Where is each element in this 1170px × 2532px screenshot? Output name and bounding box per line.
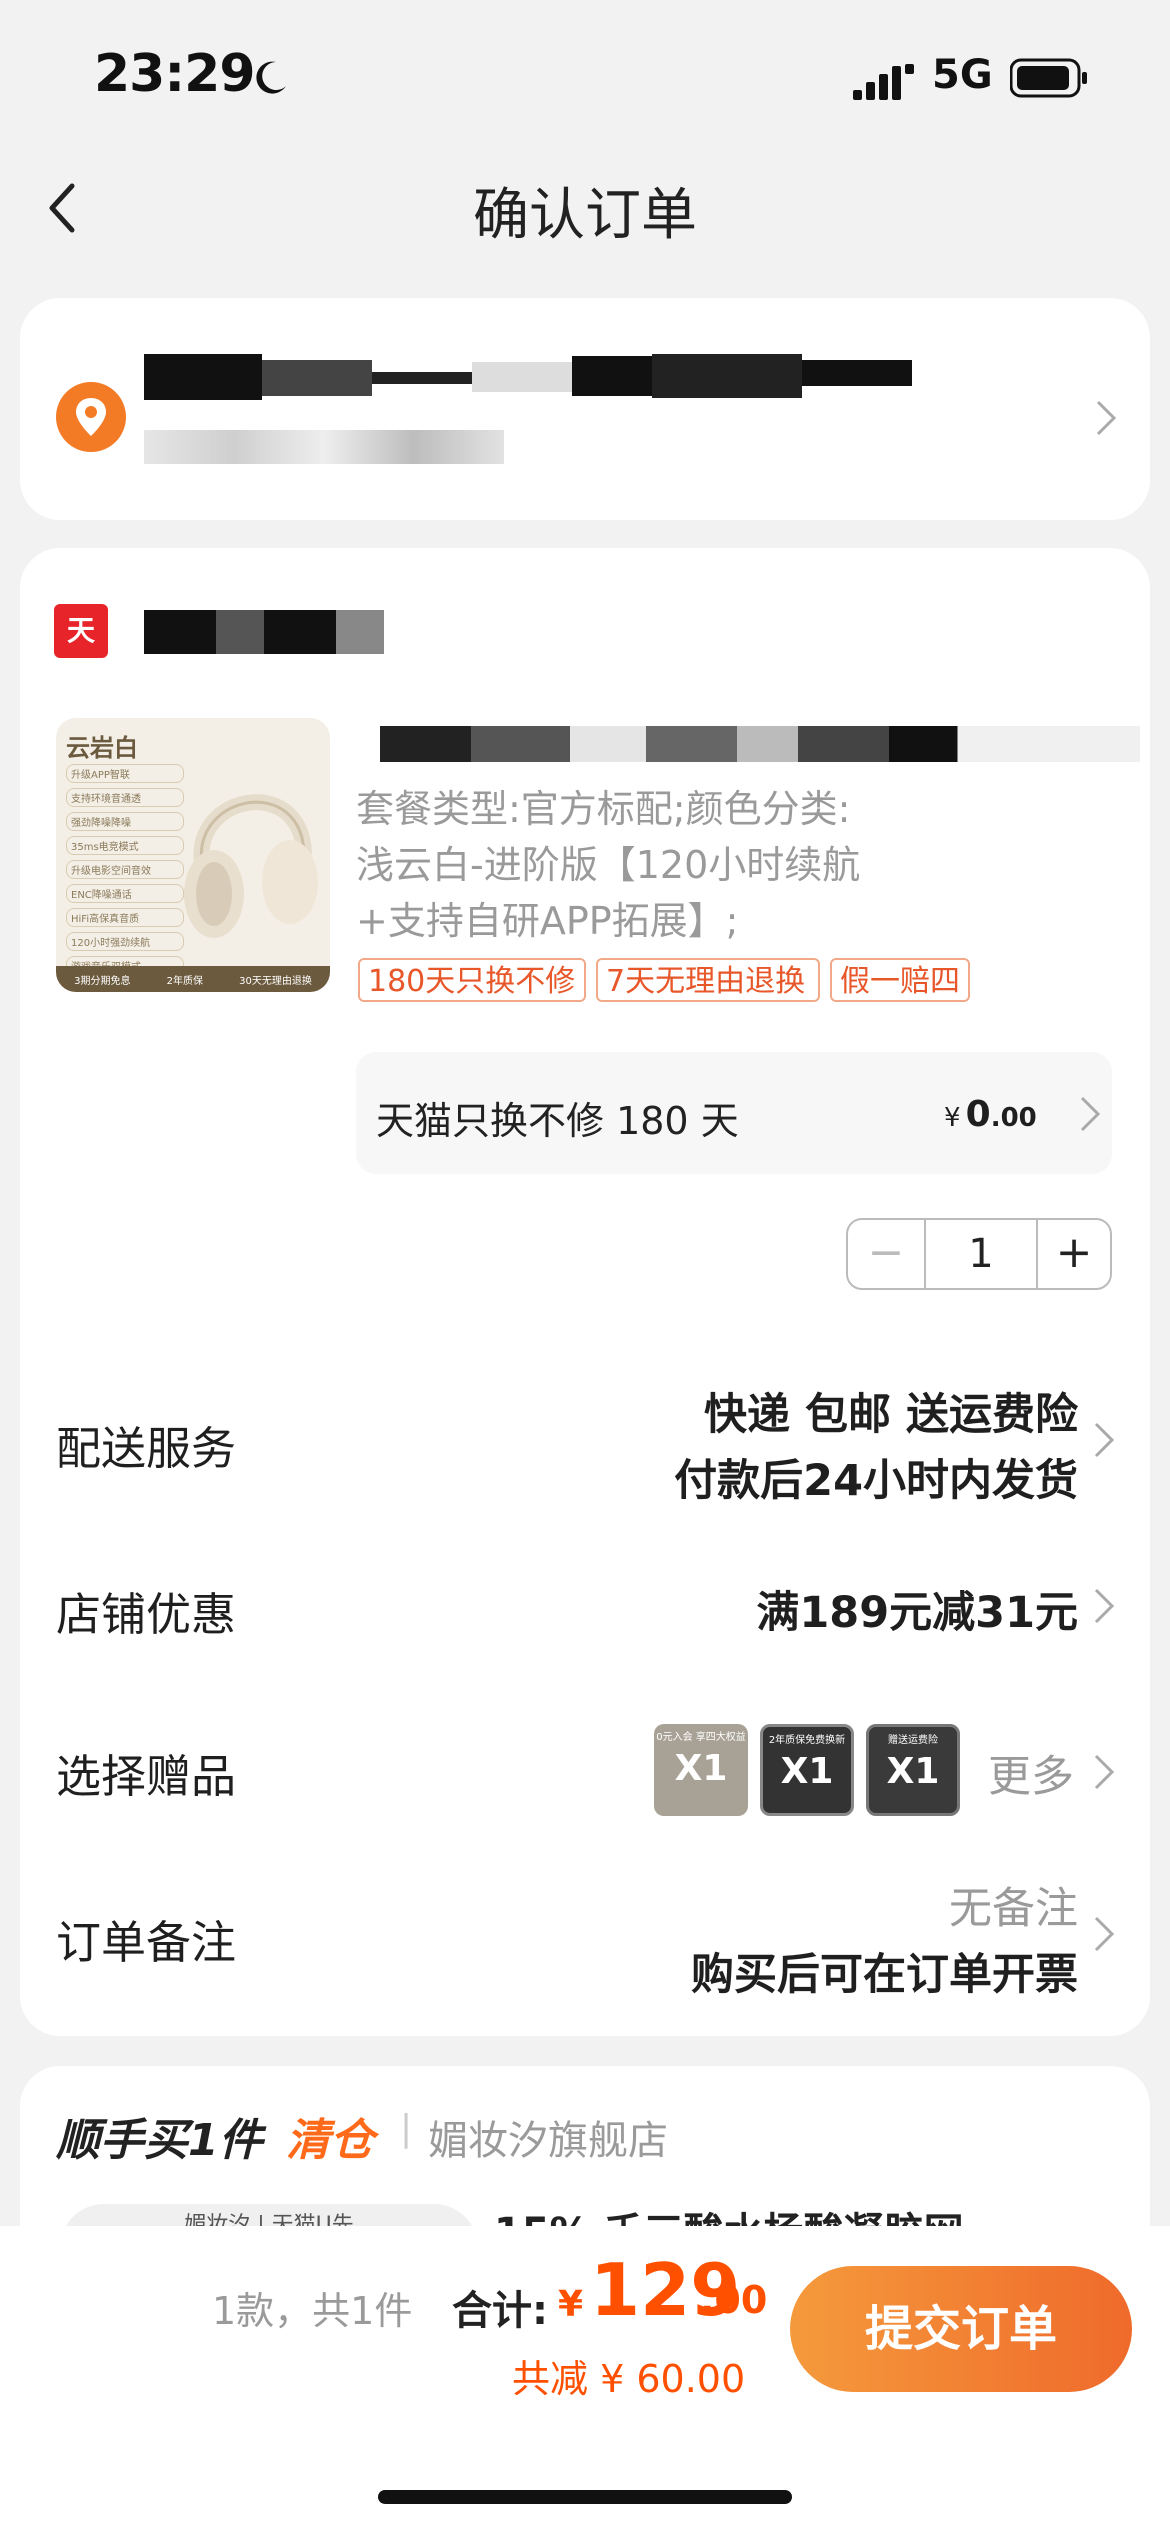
qty-value[interactable]: 1 — [926, 1220, 1038, 1288]
gift-count: X1 — [674, 1748, 728, 1789]
thumb-feature: HiFi高保真音质 — [66, 908, 184, 927]
thumb-feature: 升级电影空间音效 — [66, 860, 184, 879]
total-saved: 共减 ¥ 60.00 — [512, 2357, 746, 2401]
gift-title: 赠送运费险 — [888, 1735, 938, 1746]
tag-exchange: 180天只换不修 — [358, 958, 586, 1002]
redacted-product-title[interactable] — [380, 726, 1140, 762]
delivery-value-line2[interactable]: 付款后24小时内发货 — [674, 1446, 1078, 1508]
discount-label: 店铺优惠 — [56, 1588, 237, 1641]
redacted-shop-name[interactable] — [144, 610, 384, 654]
gift-item[interactable]: 2年质保免费换新 X1 — [760, 1724, 854, 1816]
gift-label: 选择赠品 — [56, 1750, 237, 1803]
service-price: ¥ 0.00 — [944, 1094, 1037, 1135]
gift-count: X1 — [780, 1751, 834, 1792]
gift-title: 2年质保免费换新 — [768, 1735, 846, 1746]
order-card: 天猫 云岩白 升级APP智联 支持环境音通透 强劲降噪降噪 35ms电竞模式 升… — [20, 548, 1150, 2036]
redacted-block — [372, 372, 472, 384]
total-currency: ¥ — [558, 2284, 584, 2325]
qty-minus-button[interactable]: − — [848, 1220, 926, 1288]
chevron-right-icon — [1092, 1752, 1116, 1792]
promo-divider: | — [400, 2108, 413, 2149]
thumb-footer-item: 30天无理由退换 — [239, 975, 312, 987]
thumb-footer-item: 2年质保 — [166, 975, 203, 987]
tag-return: 7天无理由退换 — [596, 958, 820, 1002]
chevron-right-icon — [1094, 398, 1118, 438]
discount-value[interactable]: 满189元减31元 — [756, 1578, 1078, 1640]
chevron-right-icon — [1092, 1586, 1116, 1626]
redacted-block — [472, 362, 572, 392]
thumb-feature-list: 升级APP智联 支持环境音通透 强劲降噪降噪 35ms电竞模式 升级电影空间音效… — [66, 764, 184, 980]
location-pin-icon — [56, 382, 126, 452]
thumb-feature: 强劲降噪降噪 — [66, 812, 184, 831]
status-time: 23:29 — [94, 44, 256, 104]
redacted-name — [144, 354, 262, 400]
thumb-feature: 升级APP智联 — [66, 764, 184, 783]
product-spec-line: 套餐类型:官方标配;颜色分类: — [356, 787, 851, 831]
gift-item[interactable]: 0元入会 享四大权益 X1 — [654, 1724, 748, 1816]
thumb-feature: ENC降噪通话 — [66, 884, 184, 903]
battery-icon — [1010, 58, 1087, 98]
qty-plus-button[interactable]: + — [1038, 1220, 1110, 1288]
moon-icon — [256, 61, 286, 94]
thumb-feature: 35ms电竞模式 — [66, 836, 184, 855]
tag-fake-compensation: 假一赔四 — [830, 958, 970, 1002]
redacted-block — [262, 360, 372, 396]
network-type: 5G — [932, 52, 993, 98]
note-value[interactable]: 无备注 — [949, 1874, 1078, 1936]
thumb-feature: 支持环境音通透 — [66, 788, 184, 807]
page-title: 确认订单 — [473, 183, 697, 248]
price-dec: .00 — [990, 1103, 1037, 1133]
chevron-right-icon — [1092, 1914, 1116, 1954]
headphones-icon — [184, 794, 318, 938]
gift-more-link[interactable]: 更多 — [988, 1742, 1074, 1804]
redacted-block — [572, 356, 652, 396]
thumb-footer: 3期分期免息 2年质保 30天无理由退换 — [56, 966, 330, 992]
chevron-right-icon — [1092, 1420, 1116, 1460]
redacted-block — [802, 360, 912, 386]
gift-count: X1 — [886, 1751, 940, 1792]
gift-title: 0元入会 享四大权益 — [656, 1732, 746, 1743]
home-indicator — [378, 2490, 792, 2504]
service-name: 天猫只换不修 180 天 — [376, 1099, 739, 1143]
total-label: 合计: — [452, 2288, 548, 2334]
total-price-dec: .00 — [700, 2278, 768, 2322]
signal-icon — [853, 64, 914, 100]
note-label: 订单备注 — [56, 1916, 237, 1969]
delivery-label: 配送服务 — [56, 1422, 237, 1475]
promo-clearance: 清仓 — [286, 2115, 374, 2166]
currency-symbol: ¥ — [944, 1103, 961, 1133]
product-thumbnail[interactable]: 云岩白 升级APP智联 支持环境音通透 强劲降噪降噪 35ms电竞模式 升级电影… — [56, 718, 330, 992]
delivery-value-line1[interactable]: 快递 包邮 送运费险 — [704, 1380, 1078, 1442]
thumb-title: 云岩白 — [66, 734, 138, 762]
chevron-right-icon — [1078, 1094, 1102, 1134]
service-option[interactable]: 天猫只换不修 180 天 ¥ 0.00 — [356, 1052, 1112, 1174]
gift-item[interactable]: 赠送运费险 X1 — [866, 1724, 960, 1816]
product-spec-line: 浅云白-进阶版【120小时续航 — [356, 843, 861, 887]
note-invoice[interactable]: 购买后可在订单开票 — [691, 1940, 1078, 2002]
tmall-badge: 天猫 — [54, 604, 108, 701]
quantity-stepper: − 1 + — [846, 1218, 1112, 1290]
promo-shop-name[interactable]: 媚妆汐旗舰店 — [428, 2108, 668, 2166]
redacted-block — [652, 354, 802, 398]
item-count: 1款，共1件 — [212, 2289, 413, 2333]
submit-order-button[interactable]: 提交订单 — [790, 2266, 1132, 2392]
price-int: 0 — [965, 1094, 991, 1135]
address-card[interactable] — [20, 298, 1150, 520]
thumb-feature: 120小时强劲续航 — [66, 932, 184, 951]
promo-title: 顺手买1件 — [56, 2115, 263, 2166]
redacted-address — [144, 430, 504, 464]
thumb-footer-item: 3期分期免息 — [74, 975, 131, 987]
product-spec-line: +支持自研APP拓展】; — [356, 899, 739, 943]
